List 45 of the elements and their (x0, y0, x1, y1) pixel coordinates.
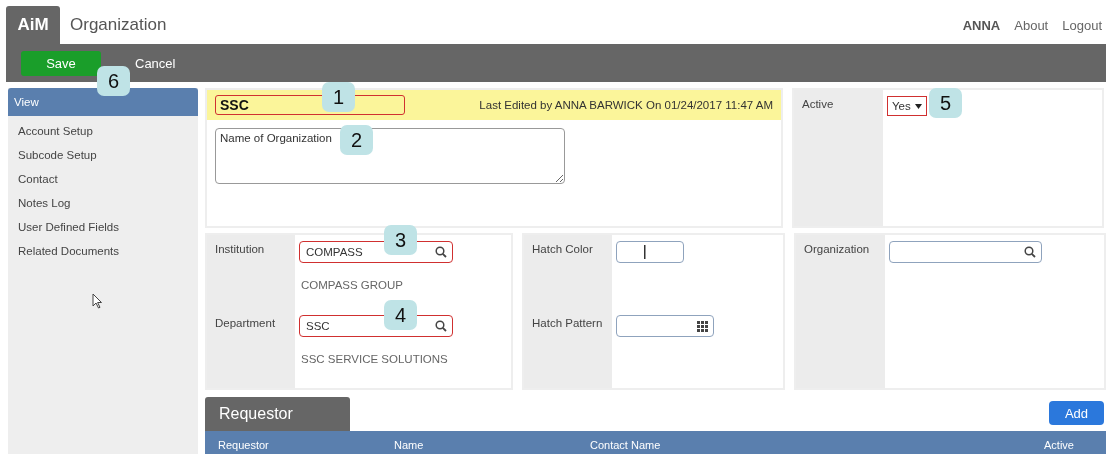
requestor-tab[interactable]: Requestor (205, 397, 350, 431)
header-link[interactable]: About (1014, 17, 1049, 33)
add-button[interactable]: Add (1049, 401, 1104, 425)
lookup-field[interactable] (889, 241, 1042, 263)
page-title: Organization (70, 15, 167, 35)
field-label: Department (215, 317, 276, 329)
column-header[interactable]: Active (1044, 439, 1106, 451)
search-icon[interactable] (1024, 246, 1036, 258)
callout-badge: 1 (322, 82, 355, 112)
sidebar-item[interactable]: Contact (8, 167, 198, 191)
last-edited-text: Last Edited by ANNA BARWICK On 01/24/2017 11:47 AM (479, 99, 773, 111)
grid-icon[interactable] (697, 320, 708, 332)
callout-badge: 2 (340, 125, 373, 155)
column-header[interactable]: Requestor (218, 439, 394, 451)
sidebar-item[interactable]: User Defined Fields (8, 215, 198, 239)
field-label: Hatch Pattern (532, 317, 603, 329)
text-cursor-icon (643, 245, 646, 259)
mouse-pointer-icon (92, 293, 103, 309)
field-label: Hatch Color (532, 243, 593, 255)
field-caption: COMPASS GROUP (301, 279, 405, 291)
app-logo[interactable]: AiM (6, 6, 60, 44)
search-icon[interactable] (435, 246, 447, 258)
user-name: ANNA (962, 17, 1001, 33)
field-label: Active (802, 98, 834, 110)
sidebar-item[interactable]: Related Documents (8, 239, 198, 263)
column-header[interactable]: Contact Name (590, 439, 1044, 451)
pattern-field[interactable] (616, 315, 714, 337)
save-button[interactable]: Save (21, 50, 101, 76)
color-field[interactable] (616, 241, 684, 263)
callout-badge: 5 (929, 88, 962, 118)
sidebar-item[interactable]: Notes Log (8, 191, 198, 215)
sidebar-item[interactable]: View (8, 88, 198, 116)
callout-badge: 3 (384, 225, 417, 255)
column-header[interactable]: Name (394, 439, 590, 451)
search-icon[interactable] (435, 320, 447, 332)
field-label: Institution (215, 243, 265, 255)
callout-badge: 4 (384, 300, 417, 330)
callout-badge: 6 (97, 66, 130, 96)
sidebar-item[interactable]: Subcode Setup (8, 143, 198, 167)
field-label: Organization (804, 243, 870, 255)
active-select[interactable]: Yes (887, 96, 927, 116)
caret-icon (914, 103, 922, 109)
sidebar-item[interactable]: Account Setup (8, 119, 198, 143)
header-link[interactable]: Logout (1062, 17, 1102, 33)
field-caption: SSC SERVICE SOLUTIONS (301, 353, 449, 365)
